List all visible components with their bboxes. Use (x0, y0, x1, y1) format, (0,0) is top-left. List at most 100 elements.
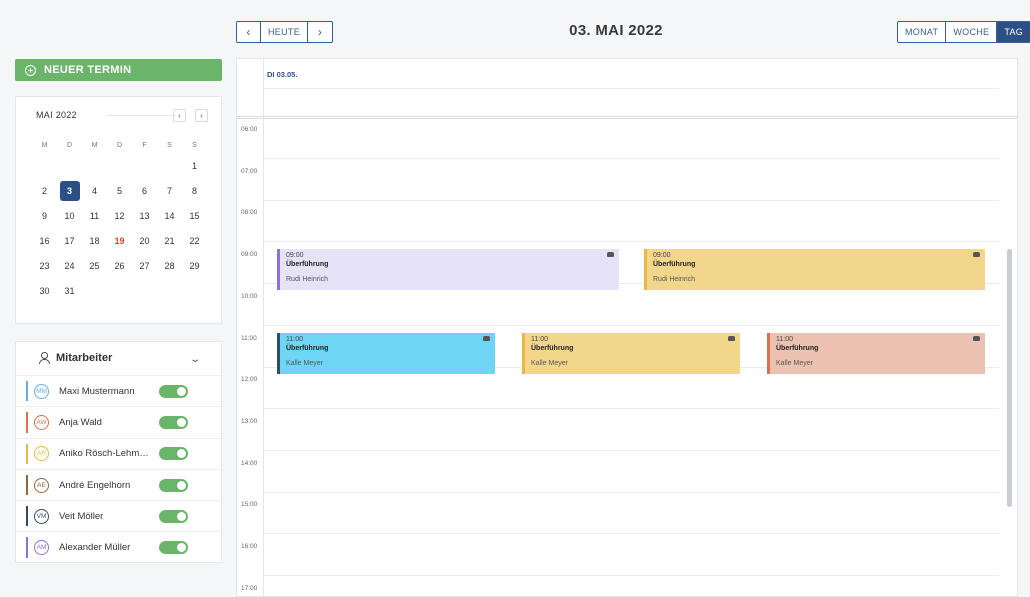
weekday-label: S (167, 142, 172, 149)
calendar-day-empty (82, 279, 107, 304)
calendar-day[interactable]: 30 (32, 279, 57, 304)
time-label: 13:00 (241, 417, 258, 425)
staff-color-bar (26, 474, 28, 496)
calendar-day[interactable]: 22 (182, 229, 207, 254)
calendar-day[interactable]: 1 (182, 154, 207, 179)
calendar-day-empty (182, 279, 207, 304)
view-week-button[interactable]: WOCHE (946, 22, 998, 42)
calendar-day[interactable]: 10 (57, 204, 82, 229)
new-appointment-button[interactable]: NEUER TERMIN (15, 59, 222, 81)
calendar-event[interactable]: 11:00 Überführung Kalle Meyer (767, 332, 985, 374)
calendar-day-empty (157, 154, 182, 179)
staff-name: Veit Möller (59, 510, 104, 522)
calendar-day[interactable]: 24 (57, 254, 82, 279)
chevron-left-icon: ‹ (246, 25, 251, 39)
staff-name: André Engelhorn (59, 479, 131, 491)
event-time: 09:00 (653, 252, 671, 260)
avatar: VM (34, 508, 49, 524)
calendar-event[interactable]: 09:00 Überführung Rudi Heinrich (644, 249, 985, 291)
staff-color-bar (26, 506, 28, 527)
selected-day: 3 (59, 181, 80, 201)
calendar-day[interactable]: 23 (32, 254, 57, 279)
mini-calendar-prev-button[interactable]: ‹ (173, 109, 186, 122)
staff-panel-header[interactable]: Mitarbeiter (38, 352, 112, 364)
car-icon (483, 335, 490, 341)
calendar-day[interactable]: 25 (82, 254, 107, 279)
staff-visibility-toggle[interactable] (159, 384, 188, 398)
today-button[interactable]: HEUTE (261, 22, 309, 42)
time-label: 15:00 (241, 501, 258, 509)
scrollbar[interactable] (1007, 249, 1012, 507)
staff-visibility-toggle[interactable] (159, 447, 188, 461)
event-person: Kalle Meyer (286, 359, 323, 367)
staff-visibility-toggle[interactable] (159, 509, 188, 523)
calendar-day[interactable]: 7 (157, 179, 182, 204)
time-label: 10:00 (241, 292, 258, 300)
calendar-day[interactable]: 19 (107, 229, 132, 254)
all-day-separator (237, 116, 1017, 119)
calendar-day[interactable]: 6 (132, 179, 157, 204)
calendar-event[interactable]: 11:00 Überführung Kalle Meyer (277, 332, 495, 374)
time-column-divider (263, 59, 264, 596)
hour-line (263, 158, 999, 159)
chevron-down-icon[interactable]: ⌄ (189, 354, 201, 365)
time-label: 14:00 (241, 459, 258, 467)
time-label: 07:00 (241, 167, 258, 175)
staff-name: Alexander Müller (59, 542, 131, 554)
calendar-day[interactable]: 18 (82, 229, 107, 254)
staff-visibility-toggle[interactable] (159, 478, 188, 492)
staff-visibility-toggle[interactable] (159, 541, 188, 555)
time-label: 08:00 (241, 209, 258, 217)
staff-color-bar (26, 537, 28, 558)
weekday-label: S (192, 142, 197, 149)
hour-line (263, 199, 999, 201)
event-time: 11:00 (531, 335, 548, 343)
staff-visibility-toggle[interactable] (159, 415, 188, 429)
calendar-day[interactable]: 15 (182, 204, 207, 229)
calendar-day[interactable]: 29 (182, 254, 207, 279)
calendar-day[interactable]: 27 (132, 254, 157, 279)
calendar-day[interactable]: 16 (32, 229, 57, 254)
calendar-day[interactable]: 4 (82, 179, 107, 204)
weekday-label: D (66, 142, 73, 149)
calendar-day[interactable]: 31 (57, 279, 82, 304)
calendar-day[interactable]: 20 (132, 229, 157, 254)
mini-calendar-next-button[interactable]: › (195, 109, 208, 122)
event-subject: Überführung (653, 261, 696, 269)
prev-button[interactable]: ‹ (237, 22, 261, 42)
event-time: 11:00 (776, 335, 793, 343)
calendar-day[interactable]: 8 (182, 179, 207, 204)
calendar-day[interactable]: 9 (32, 204, 57, 229)
staff-name: Anja Wald (59, 416, 102, 428)
calendar-day[interactable]: 17 (57, 229, 82, 254)
calendar-day[interactable]: 21 (157, 229, 182, 254)
time-label: 16:00 (241, 543, 258, 550)
calendar-day[interactable]: 28 (157, 254, 182, 279)
time-label: 11:00 (241, 334, 257, 342)
calendar-day[interactable]: 26 (107, 254, 132, 279)
calendar-day[interactable]: 3 (57, 179, 82, 204)
calendar-day[interactable]: 2 (32, 179, 57, 204)
calendar-day-empty (157, 279, 182, 304)
weekday-label: D (116, 142, 123, 149)
calendar-day[interactable]: 13 (132, 204, 157, 229)
staff-name: Aniko Rösch-Lehm… (59, 448, 149, 460)
weekday-label: M (91, 142, 98, 149)
view-day-button[interactable]: TAG (997, 22, 1030, 42)
next-button[interactable]: › (308, 22, 332, 42)
event-time: 09:00 (286, 252, 304, 260)
view-month-button[interactable]: MONAT (898, 22, 947, 42)
event-person: Kalle Meyer (776, 359, 813, 367)
calendar-day[interactable]: 12 (107, 204, 132, 229)
calendar-day[interactable]: 11 (82, 204, 107, 229)
weekday-label: F (142, 142, 147, 149)
calendar-day[interactable]: 5 (107, 179, 132, 204)
calendar-event[interactable]: 09:00 Überführung Rudi Heinrich (277, 249, 619, 291)
mini-calendar: MAI 2022 ‹ › M D M D F S S 1 2 3 4 5 6 7 8 9 10 11 12 13 14 1… (15, 96, 222, 324)
avatar: AW (34, 414, 49, 430)
chevron-right-icon: › (317, 25, 323, 39)
time-label: 09:00 (241, 251, 258, 259)
calendar-event[interactable]: 11:00 Überführung Kalle Meyer (522, 332, 740, 374)
calendar-day[interactable]: 14 (157, 204, 182, 229)
day-header: DI 03.05. (267, 70, 298, 79)
